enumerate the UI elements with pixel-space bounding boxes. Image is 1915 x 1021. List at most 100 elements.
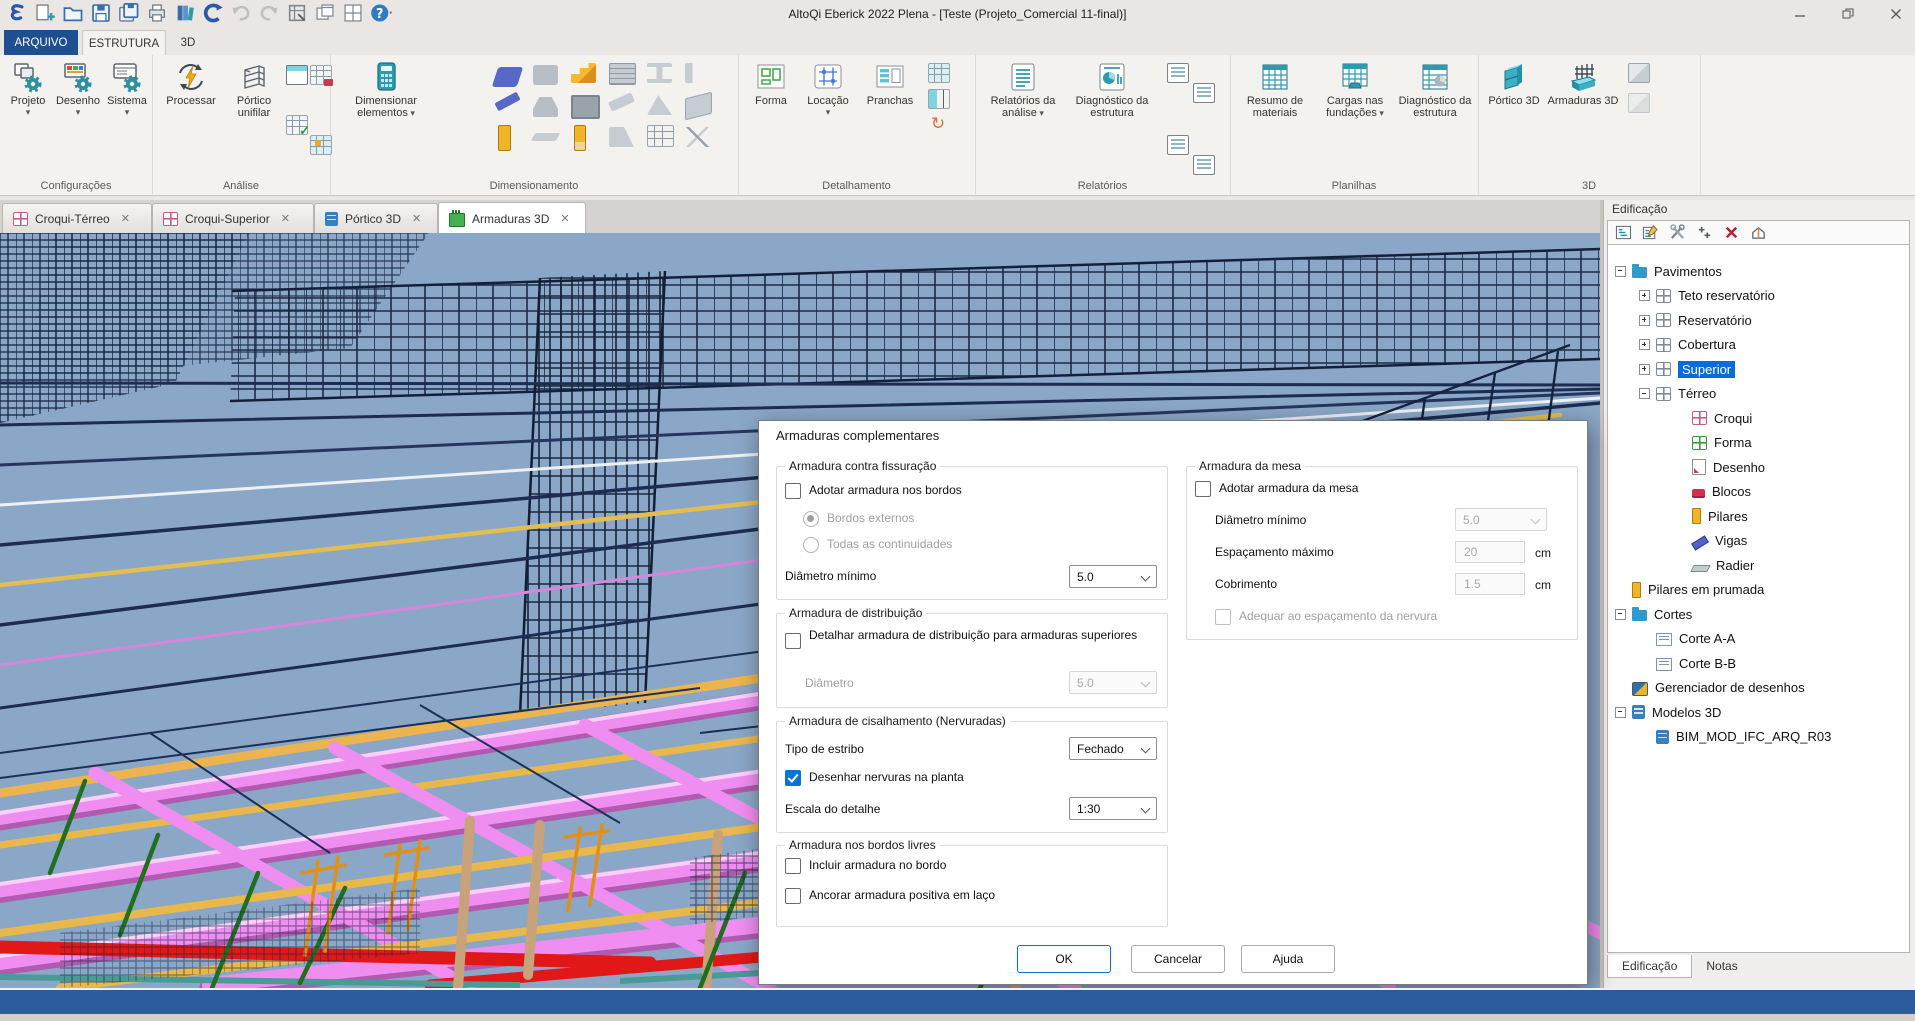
pilar-dimensao-icon[interactable] — [928, 89, 950, 109]
tree-item-blocos[interactable]: Blocos — [1608, 480, 1909, 505]
ribbon-pranchas-button[interactable]: Pranchas — [860, 61, 920, 107]
armacao-laje-icon[interactable] — [928, 63, 950, 83]
caixa-icon[interactable] — [571, 95, 600, 119]
checkbox-desenhar-nervuras[interactable]: Desenhar nervuras na planta — [785, 770, 964, 786]
chapa-icon[interactable] — [685, 91, 712, 121]
escala-detalhe-combo[interactable]: 1:30 — [1069, 797, 1157, 820]
diametro-mesa-combo[interactable]: 5.0 — [1455, 508, 1547, 531]
checkbox-incluir-bordo[interactable]: Incluir armadura no bordo — [785, 858, 946, 874]
tree-item-superior[interactable]: Superior — [1608, 357, 1909, 382]
ribbon-resumo-materiais-button[interactable]: Resumo de materiais — [1238, 61, 1312, 119]
perfil-i-icon[interactable] — [647, 63, 672, 83]
library-button[interactable] — [174, 2, 196, 24]
ribbon-dimensionar-elementos-button[interactable]: Dimensionar elementos — [340, 61, 432, 119]
tree-item-corte-bb[interactable]: Corte B-B — [1608, 651, 1909, 676]
tab-3d[interactable]: 3D — [168, 30, 208, 55]
tree-item-pilares[interactable]: Pilares — [1608, 504, 1909, 529]
perfil-u-icon[interactable] — [685, 63, 693, 83]
tree-item-cobertura[interactable]: Cobertura — [1608, 333, 1909, 358]
ribbon-locacao-button[interactable]: Locação ▾ — [800, 61, 856, 117]
memoria-calculo-icon[interactable] — [1167, 63, 1189, 83]
tree-item-pavimentos[interactable]: Pavimentos — [1608, 259, 1909, 284]
radio-bordos-externos[interactable]: Bordos externos — [803, 511, 914, 527]
doctab-croqui-terreo[interactable]: Croqui-Térreo ✕ — [2, 203, 152, 233]
relatorio-listagem-icon[interactable] — [1167, 135, 1189, 155]
ribbon-relatorios-analise-button[interactable]: Relatórios da análise — [985, 61, 1061, 119]
collapse-icon[interactable] — [1615, 265, 1626, 277]
laje-icon[interactable] — [491, 67, 524, 87]
checkbox-icon[interactable] — [1195, 481, 1211, 497]
grelha-incendio-icon[interactable] — [647, 125, 674, 147]
save-all-button[interactable] — [118, 2, 140, 24]
tree-view-icon[interactable] — [1613, 223, 1633, 242]
relatorio-itens-icon[interactable] — [1193, 83, 1215, 103]
analysis-panel-icon[interactable] — [286, 65, 308, 85]
ok-button[interactable]: OK — [1017, 945, 1111, 973]
checkbox-icon[interactable] — [785, 483, 801, 499]
close-tab-icon[interactable]: ✕ — [121, 212, 130, 225]
diametro-minimo-combo[interactable]: 5.0 — [1069, 565, 1157, 588]
tree-item-radier[interactable]: Radier — [1608, 553, 1909, 578]
print-button[interactable] — [146, 2, 168, 24]
tree-item-desenho[interactable]: Desenho — [1608, 455, 1909, 480]
tree-item-croqui[interactable]: Croqui — [1608, 406, 1909, 431]
redo-button[interactable] — [258, 2, 280, 24]
viga-metalica-icon[interactable] — [608, 92, 635, 112]
expand-icon[interactable] — [1639, 290, 1650, 302]
help-button[interactable]: Ajuda — [1241, 945, 1335, 973]
tree-item-cortes[interactable]: Cortes — [1608, 602, 1909, 627]
bloco-icon[interactable] — [533, 65, 558, 85]
radio-todas-continuidades[interactable]: Todas as continuidades — [803, 537, 952, 553]
collapse-icon[interactable] — [1615, 608, 1626, 620]
cancel-button[interactable]: Cancelar — [1131, 945, 1225, 973]
expand-icon[interactable] — [1639, 314, 1650, 326]
radio-icon[interactable] — [803, 511, 819, 527]
ribbon-forma-button[interactable]: Forma — [746, 61, 796, 107]
ribbon-processar-button[interactable]: Processar — [160, 61, 222, 107]
radio-icon[interactable] — [803, 537, 819, 553]
doctab-croqui-superior[interactable]: Croqui-Superior ✕ — [152, 203, 314, 233]
doctab-portico-3d[interactable]: Pórtico 3D ✕ — [314, 203, 438, 233]
tab-estrutura[interactable]: ESTRUTURA — [82, 30, 166, 56]
verify-structure-icon[interactable] — [286, 115, 310, 139]
checkbox-icon[interactable] — [1215, 609, 1231, 625]
new-project-button[interactable] — [34, 2, 56, 24]
tab-edificacao[interactable]: Edificação — [1607, 955, 1693, 978]
checkbox-adequar-nervura[interactable]: Adequar ao espaçamento da nervura — [1215, 609, 1437, 625]
checkbox-icon[interactable] — [785, 633, 801, 649]
corte-3d-icon[interactable] — [1628, 93, 1650, 113]
expand-icon[interactable] — [1639, 363, 1650, 375]
diametro-distribuicao-combo[interactable]: 5.0 — [1069, 671, 1157, 694]
tree-item-corte-aa[interactable]: Corte A-A — [1608, 627, 1909, 652]
doctab-armaduras-3d[interactable]: Armaduras 3D ✕ — [438, 202, 586, 234]
ribbon-portico-unifilar-button[interactable]: Pórtico unifilar — [226, 61, 282, 119]
ribbon-diagnostico-planilha-button[interactable]: Diagnóstico da estrutura — [1398, 61, 1472, 119]
viga-icon[interactable] — [494, 91, 521, 112]
checkbox-adotar-bordos[interactable]: Adotar armadura nos bordos — [785, 483, 962, 499]
vento-icon[interactable] — [685, 127, 710, 147]
tipo-estribo-combo[interactable]: Fechado — [1069, 737, 1157, 760]
collapse-icon[interactable] — [1639, 388, 1650, 400]
checkbox-icon[interactable] — [785, 888, 801, 904]
minimize-button[interactable] — [1789, 4, 1811, 24]
qicloud-button[interactable] — [202, 2, 224, 24]
solido-3d-icon[interactable] — [1628, 63, 1650, 83]
checkbox-ancorar-laco[interactable]: Ancorar armadura positiva em laço — [785, 888, 995, 904]
pilar-icon[interactable] — [498, 125, 511, 151]
ribbon-portico-3d-button[interactable]: Pórtico 3D — [1486, 61, 1542, 107]
tree-item-pilares-prumada[interactable]: Pilares em prumada — [1608, 578, 1909, 603]
tree-item-vigas[interactable]: Vigas — [1608, 529, 1909, 554]
tab-notas[interactable]: Notas — [1692, 955, 1751, 977]
window-cascade-button[interactable] — [314, 2, 336, 24]
ribbon-cargas-fundacoes-button[interactable]: Cargas nas fundações — [1316, 61, 1394, 119]
rampa-icon[interactable] — [647, 95, 672, 115]
delete-icon[interactable] — [1721, 223, 1741, 242]
window-tile-button[interactable] — [342, 2, 364, 24]
checkbox-detalhar-distribuicao[interactable]: Detalhar armadura de distribuição para a… — [785, 628, 1145, 649]
ribbon-armaduras-3d-button[interactable]: Armaduras 3D — [1546, 61, 1620, 107]
cobrimento-input[interactable]: 1.5 — [1455, 573, 1525, 595]
consolo-icon[interactable] — [609, 127, 634, 147]
ribbon-desenho-button[interactable]: Desenho ▾ — [54, 61, 102, 117]
ribbon-projeto-button[interactable]: Projeto ▾ — [4, 61, 52, 117]
laje-plana-icon[interactable] — [530, 133, 561, 141]
